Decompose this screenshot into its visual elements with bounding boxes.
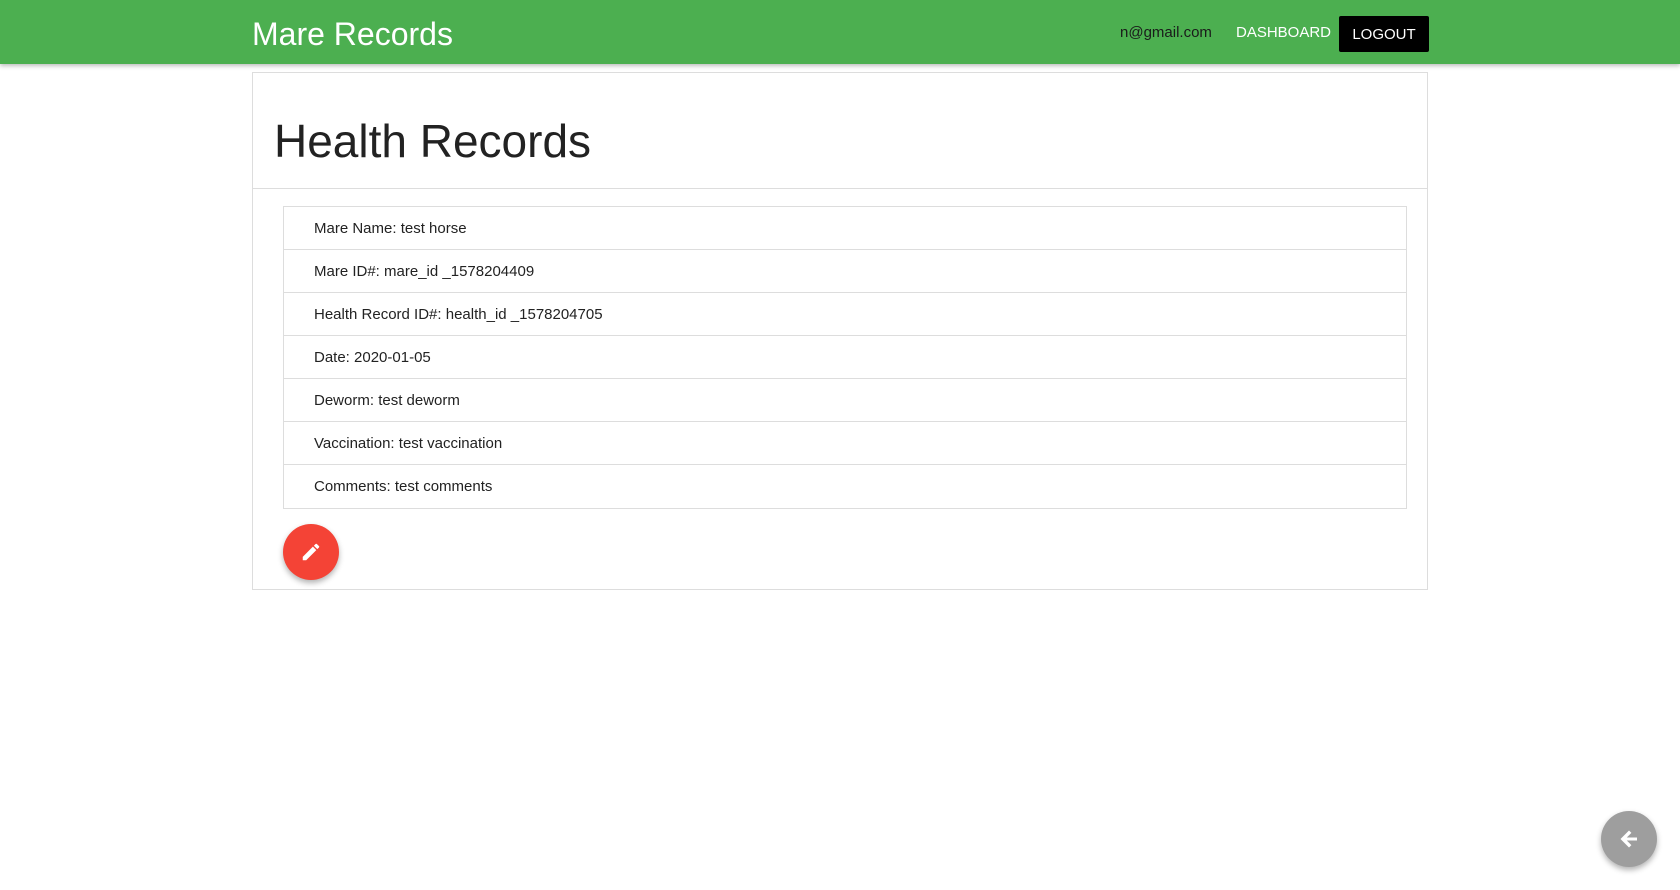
arrow-left-icon [1617, 827, 1641, 851]
field-value: test horse [400, 219, 467, 237]
field-value: mare_id _1578204409 [384, 262, 535, 280]
field-label: Vaccination: [314, 434, 395, 452]
field-label: Mare ID#: [314, 262, 380, 280]
field-value: 2020-01-05 [354, 348, 431, 366]
record-mare-id: Mare ID#: mare_id _1578204409 [284, 250, 1406, 293]
record-mare-name: Mare Name: test horse [284, 207, 1406, 250]
field-label: Comments: [314, 478, 391, 495]
field-label: Date: [314, 348, 350, 366]
record-vaccination: Vaccination: test vaccination [284, 422, 1406, 465]
edit-record-button[interactable] [283, 524, 339, 580]
field-label: Deworm: [314, 391, 375, 409]
health-record-card: Health Records Mare Name: test horse Mar… [252, 72, 1428, 590]
field-value: test comments [394, 478, 493, 495]
pencil-icon [300, 541, 322, 563]
record-health-record-id: Health Record ID#: health_id _1578204705 [284, 293, 1406, 336]
page-title: Health Records [274, 115, 592, 167]
card-header: Health Records [253, 73, 1427, 189]
record-date: Date: 2020-01-05 [284, 336, 1406, 379]
back-button[interactable] [1601, 811, 1657, 867]
dashboard-link[interactable]: DASHBOARD [1236, 22, 1331, 44]
field-label: Mare Name: [314, 219, 397, 237]
field-value: test deworm [378, 391, 460, 409]
field-label: Health Record ID#: [314, 305, 442, 323]
record-deworm: Deworm: test deworm [284, 379, 1406, 422]
record-comments: Comments: test comments [284, 465, 1406, 508]
top-navbar: Mare Records n@gmail.com DASHBOARD LOGOU… [0, 0, 1680, 64]
record-details-list: Mare Name: test horse Mare ID#: mare_id … [283, 206, 1407, 509]
logout-button[interactable]: LOGOUT [1339, 16, 1429, 52]
user-email: n@gmail.com [1120, 24, 1212, 41]
brand-logo[interactable]: Mare Records [252, 14, 453, 54]
field-value: test vaccination [398, 434, 503, 452]
field-value: health_id _1578204705 [445, 305, 603, 323]
